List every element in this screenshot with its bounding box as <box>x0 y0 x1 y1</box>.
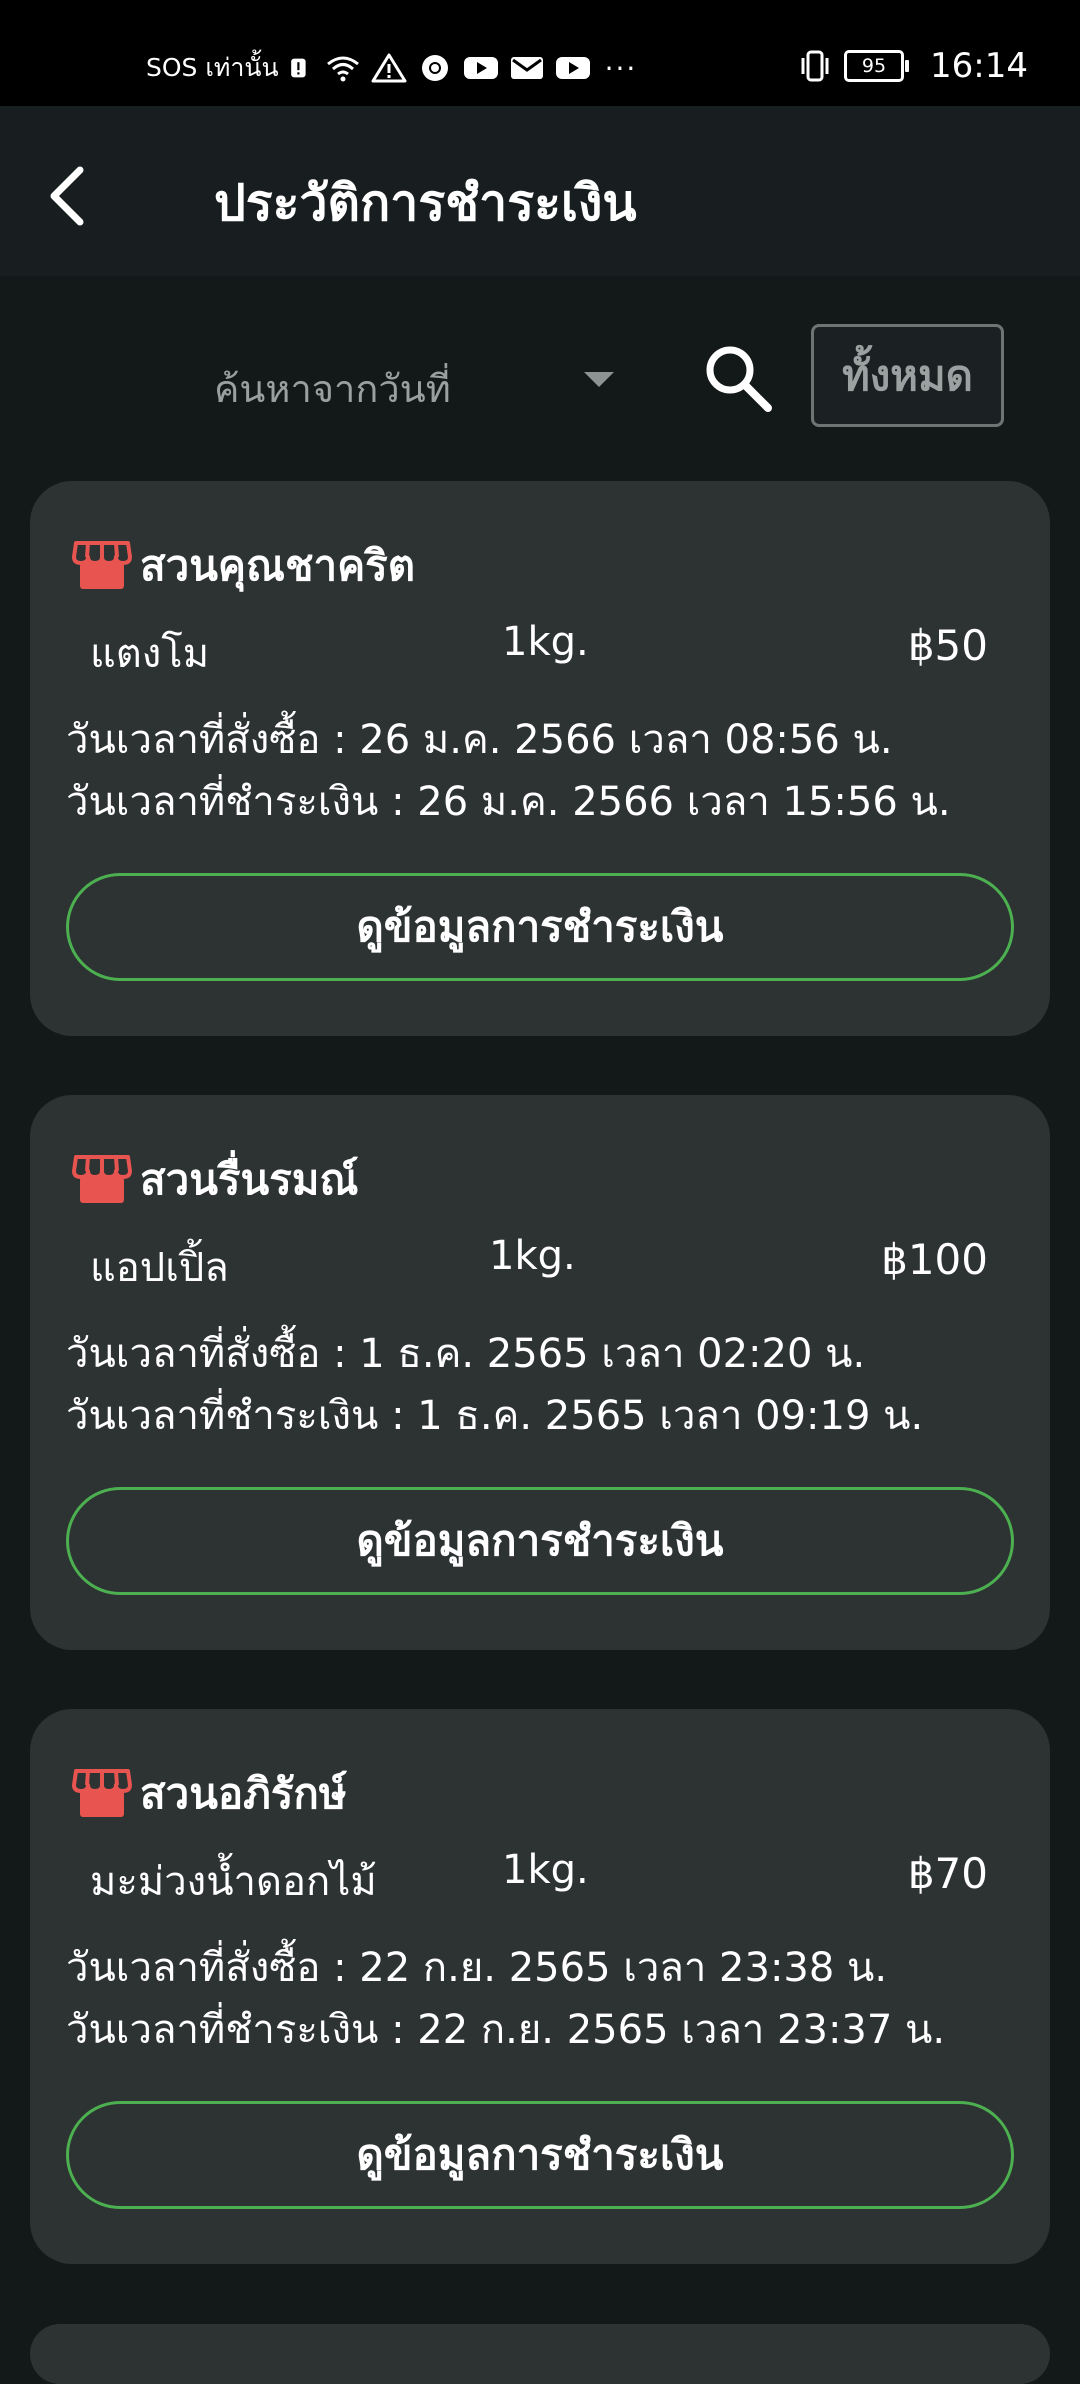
youtube-icon <box>555 57 590 79</box>
youtube-icon <box>463 57 498 79</box>
storefront-icon <box>72 541 132 589</box>
search-icon[interactable] <box>700 340 776 416</box>
filter-bar: ค้นหาจากวันที่ ทั้งหมด <box>0 300 1080 430</box>
product-price: ฿100 <box>881 1235 988 1284</box>
view-payment-details-button[interactable]: ดูข้อมูลการชำระเงิน <box>66 873 1014 981</box>
payment-card: สวนรื่นรมณ์ แอปเปิ้ล 1kg. ฿100 วันเวลาที… <box>30 1095 1050 1650</box>
product-name: แตงโม <box>90 631 210 677</box>
storefront-icon <box>72 1155 132 1203</box>
payment-datetime: วันเวลาที่ชำระเงิน : 22 ก.ย. 2565 เวลา 2… <box>66 2007 946 2053</box>
card-header: สวนคุณชาคริต <box>72 533 415 599</box>
app-bar: ประวัติการชำระเงิน <box>0 106 1080 276</box>
payment-datetime: วันเวลาที่ชำระเงิน : 26 ม.ค. 2566 เวลา 1… <box>66 779 951 825</box>
card-header: สวนอภิรักษ์ <box>72 1761 347 1827</box>
shop-name: สวนคุณชาคริต <box>140 541 416 590</box>
shop-name: สวนรื่นรมณ์ <box>140 1155 359 1204</box>
sim-alert-icon <box>290 58 306 78</box>
order-datetime: วันเวลาที่สั่งซื้อ : 22 ก.ย. 2565 เวลา 2… <box>66 1945 888 1991</box>
page-title: ประวัติการชำระเงิน <box>214 174 637 232</box>
product-name: แอปเปิ้ล <box>90 1245 229 1291</box>
product-price: ฿50 <box>907 621 988 670</box>
order-datetime: วันเวลาที่สั่งซื้อ : 1 ธ.ค. 2565 เวลา 02… <box>66 1331 866 1377</box>
show-all-button[interactable]: ทั้งหมด <box>811 324 1004 427</box>
product-price: ฿70 <box>907 1849 988 1898</box>
clock: 16:14 <box>930 46 1028 86</box>
view-payment-details-button[interactable]: ดูข้อมูลการชำระเงิน <box>66 2101 1014 2209</box>
mail-icon <box>510 57 543 79</box>
payment-card-partial <box>30 2324 1050 2384</box>
card-header: สวนรื่นรมณ์ <box>72 1147 358 1213</box>
payment-datetime: วันเวลาที่ชำระเงิน : 1 ธ.ค. 2565 เวลา 09… <box>66 1393 924 1439</box>
wifi-icon <box>326 56 359 82</box>
vibrate-icon <box>801 50 829 82</box>
product-name: มะม่วงน้ำดอกไม้ <box>90 1859 377 1905</box>
product-quantity: 1kg. <box>502 1847 589 1893</box>
battery-level: 95 <box>861 55 887 77</box>
storefront-icon <box>72 1769 132 1817</box>
chrome-icon <box>421 55 448 81</box>
order-datetime: วันเวลาที่สั่งซื้อ : 26 ม.ค. 2566 เวลา 0… <box>66 717 893 763</box>
more-notifications-icon: ··· <box>604 51 638 85</box>
status-bar-left: SOS เท่านั้น ··· <box>146 48 637 88</box>
status-bar-right: 95 16:14 <box>800 46 1028 86</box>
carrier-label: SOS เท่านั้น <box>146 53 279 82</box>
warning-icon <box>371 53 407 83</box>
shop-name: สวนอภิรักษ์ <box>140 1769 347 1818</box>
product-quantity: 1kg. <box>489 1233 576 1279</box>
status-bar: SOS เท่านั้น ··· 95 16:14 <box>0 0 1080 106</box>
product-quantity: 1kg. <box>502 619 589 665</box>
back-chevron-icon[interactable] <box>40 160 100 230</box>
payment-card: สวนคุณชาคริต แตงโม 1kg. ฿50 วันเวลาที่สั… <box>30 481 1050 1036</box>
dropdown-arrow-icon[interactable] <box>584 372 614 387</box>
view-payment-details-button[interactable]: ดูข้อมูลการชำระเงิน <box>66 1487 1014 1595</box>
date-search-dropdown[interactable]: ค้นหาจากวันที่ <box>214 358 451 419</box>
payment-card: สวนอภิรักษ์ มะม่วงน้ำดอกไม้ 1kg. ฿70 วัน… <box>30 1709 1050 2264</box>
battery-icon: 95 <box>844 50 910 82</box>
